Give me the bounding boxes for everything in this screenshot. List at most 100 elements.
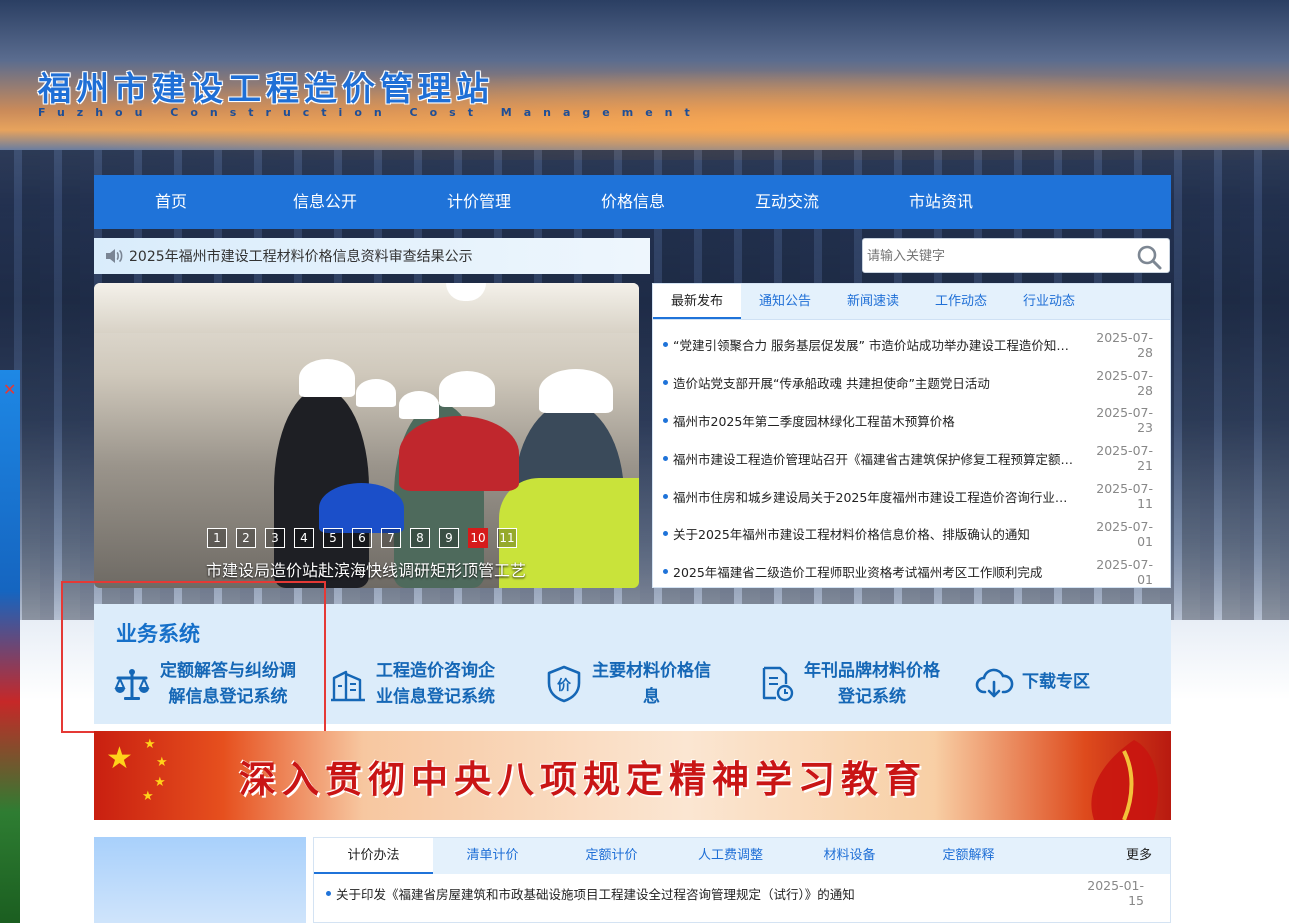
star-icon: ★: [142, 789, 154, 804]
site-logo[interactable]: 福州市建设工程造价管理站 Fuzhou Construction Cost Ma…: [38, 62, 702, 119]
news-date: 2025-07-28: [1096, 367, 1153, 398]
news-title[interactable]: 福州市建设工程造价管理站召开《福建省古建筑保护修复工程预算定额》宣贯会: [673, 449, 1075, 468]
list-item[interactable]: “党建引领聚合力 服务基层促发展” 市造价站成功举办建设工程造价知识竞赛 2025…: [653, 326, 1170, 364]
slider-photo-helmet: [299, 359, 355, 397]
bullet-icon: [663, 531, 668, 537]
site-title: 福州市建设工程造价管理站: [38, 69, 494, 108]
svg-text:价: 价: [557, 678, 572, 694]
news-date: 2025-07-23: [1096, 405, 1153, 436]
brand-material-price-system-link[interactable]: 年刊品牌材料价格 登记系统: [756, 658, 940, 710]
slider-page-7[interactable]: 7: [381, 528, 401, 548]
slider-page-6[interactable]: 6: [352, 528, 372, 548]
star-icon: ★: [106, 741, 133, 776]
notice-link[interactable]: 2025年福州市建设工程材料价格信息资料审查结果公示: [129, 246, 473, 266]
list-item[interactable]: 关于印发《福建省房屋建筑和市政基础设施项目工程建设全过程咨询管理规定（试行）》的…: [314, 874, 1170, 912]
slider-photo-helmet: [399, 391, 439, 419]
consulting-enterprise-system-link[interactable]: 工程造价咨询企 业信息登记系统: [328, 658, 495, 710]
slider-pagination: 1 2 3 4 5 6 7 8 9 10 11: [207, 528, 517, 548]
slider-page-1[interactable]: 1: [207, 528, 227, 548]
tab-work-updates[interactable]: 工作动态: [917, 284, 1005, 319]
highlight-annotation-box: [61, 581, 326, 733]
news-title[interactable]: 福州市2025年第二季度园林绿化工程苗木预算价格: [673, 411, 1075, 430]
tab-quota-pricing[interactable]: 定额计价: [552, 838, 671, 874]
slider-caption[interactable]: 市建设局造价站赴滨海快线调研矩形顶管工艺: [206, 557, 526, 581]
list-item[interactable]: 福州市建设工程造价管理站召开《福建省古建筑保护修复工程预算定额》宣贯会 2025-…: [653, 439, 1170, 477]
close-icon[interactable]: ✕: [3, 380, 16, 399]
study-education-banner[interactable]: ★ ★ ★ ★ ★ 深入贯彻中央八项规定精神学习教育: [94, 731, 1171, 820]
main-nav: 首页 信息公开 计价管理 价格信息 互动交流 市站资讯: [94, 175, 1171, 229]
nav-item-price-info[interactable]: 价格信息: [556, 175, 710, 229]
list-item[interactable]: 福州市2025年第二季度园林绿化工程苗木预算价格 2025-07-23: [653, 402, 1170, 440]
tab-industry-updates[interactable]: 行业动态: [1005, 284, 1093, 319]
search-input[interactable]: [863, 240, 1123, 271]
speaker-icon: [106, 249, 123, 263]
slider-page-8[interactable]: 8: [410, 528, 430, 548]
slider-page-3[interactable]: 3: [265, 528, 285, 548]
banner-title: 深入贯彻中央八项规定精神学习教育: [239, 757, 927, 801]
more-link[interactable]: 更多: [1126, 838, 1152, 874]
tab-news-brief[interactable]: 新闻速读: [829, 284, 917, 319]
news-date: 2025-07-11: [1096, 481, 1153, 512]
list-item[interactable]: 造价站党支部开展“传承船政魂 共建担使命”主题党日活动 2025-07-28: [653, 364, 1170, 402]
side-float-ad[interactable]: [0, 370, 20, 923]
news-title[interactable]: 关于2025年福州市建设工程材料价格信息价格、排版确认的通知: [673, 524, 1075, 543]
search-box: [862, 238, 1170, 273]
pricing-item-title[interactable]: 关于印发《福建省房屋建筑和市政基础设施项目工程建设全过程咨询管理规定（试行）》的…: [336, 884, 1066, 903]
biz-label-line: 主要材料价格信: [592, 661, 711, 681]
slider-photo-helmet: [356, 379, 396, 407]
news-date: 2025-07-28: [1096, 329, 1153, 360]
ribbon-emblem-icon: [1091, 740, 1158, 820]
news-date: 2025-07-01: [1096, 518, 1153, 549]
slider-page-2[interactable]: 2: [236, 528, 256, 548]
tab-pricing-methods[interactable]: 计价办法: [314, 838, 433, 874]
nav-item-pricing-management[interactable]: 计价管理: [402, 175, 556, 229]
list-item[interactable]: 关于2025年福州市建设工程材料价格信息价格、排版确认的通知 2025-07-01: [653, 515, 1170, 553]
biz-label-line: 息: [643, 687, 660, 707]
nav-item-home[interactable]: 首页: [94, 175, 248, 229]
tab-bill-pricing[interactable]: 清单计价: [433, 838, 552, 874]
slider-photo-helmet: [539, 369, 613, 413]
search-icon[interactable]: [1135, 243, 1163, 271]
nav-item-station-news[interactable]: 市站资讯: [864, 175, 1018, 229]
star-icon: ★: [144, 737, 156, 752]
photo-slider[interactable]: 1 2 3 4 5 6 7 8 9 10 11 市建设局造价站赴滨海快线调研矩形…: [94, 283, 639, 588]
slider-page-9[interactable]: 9: [439, 528, 459, 548]
news-title[interactable]: “党建引领聚合力 服务基层促发展” 市造价站成功举办建设工程造价知识竞赛: [673, 335, 1075, 354]
news-title[interactable]: 2025年福建省二级造价工程师职业资格考试福州考区工作顺利完成: [673, 562, 1075, 581]
slider-page-10[interactable]: 10: [468, 528, 488, 548]
slider-page-11[interactable]: 11: [497, 528, 517, 548]
tab-notices[interactable]: 通知公告: [741, 284, 829, 319]
bullet-icon: [663, 455, 668, 461]
bullet-icon: [663, 417, 668, 423]
news-panel: 最新发布 通知公告 新闻速读 工作动态 行业动态 “党建引领聚合力 服务基层促发…: [652, 283, 1171, 588]
bullet-icon: [663, 380, 668, 386]
biz-label-line: 登记系统: [838, 687, 906, 707]
slider-page-5[interactable]: 5: [323, 528, 343, 548]
nav-item-info-disclosure[interactable]: 信息公开: [248, 175, 402, 229]
consulting-enterprise-system-label: 工程造价咨询企 业信息登记系统: [376, 658, 495, 710]
tab-labor-cost-adjustment[interactable]: 人工费调整: [671, 838, 790, 874]
news-date: 2025-07-21: [1096, 443, 1153, 474]
tab-latest[interactable]: 最新发布: [653, 284, 741, 319]
star-icon: ★: [154, 775, 166, 790]
pricing-panel: 计价办法 清单计价 定额计价 人工费调整 材料设备 定额解释 更多 关于印发《福…: [313, 837, 1171, 923]
news-list: “党建引领聚合力 服务基层促发展” 市造价站成功举办建设工程造价知识竞赛 2025…: [653, 320, 1170, 591]
tab-quota-interpretation[interactable]: 定额解释: [909, 838, 1028, 874]
slider-photo-ceiling: [94, 283, 639, 333]
tab-materials-equipment[interactable]: 材料设备: [790, 838, 909, 874]
news-title[interactable]: 福州市住房和城乡建设局关于2025年度福州市建设工程造价咨询行业信用评价结果的公…: [673, 487, 1075, 506]
news-title[interactable]: 造价站党支部开展“传承船政魂 共建担使命”主题党日活动: [673, 373, 1075, 392]
download-zone-link[interactable]: 下载专区: [974, 662, 1090, 702]
pricing-side-image[interactable]: [94, 837, 306, 923]
list-item[interactable]: 福州市住房和城乡建设局关于2025年度福州市建设工程造价咨询行业信用评价结果的公…: [653, 477, 1170, 515]
material-price-info-link[interactable]: 价 主要材料价格信 息: [544, 658, 711, 710]
nav-item-interaction[interactable]: 互动交流: [710, 175, 864, 229]
biz-label-line: 工程造价咨询企: [376, 661, 495, 681]
site-title-english: Fuzhou Construction Cost Management: [38, 106, 702, 119]
slider-page-4[interactable]: 4: [294, 528, 314, 548]
list-item[interactable]: 2025年福建省二级造价工程师职业资格考试福州考区工作顺利完成 2025-07-0…: [653, 553, 1170, 591]
document-clock-icon: [762, 666, 794, 702]
news-date: 2025-07-01: [1096, 556, 1153, 587]
brand-material-price-system-label: 年刊品牌材料价格 登记系统: [804, 658, 940, 710]
biz-label-line: 业信息登记系统: [376, 687, 495, 707]
